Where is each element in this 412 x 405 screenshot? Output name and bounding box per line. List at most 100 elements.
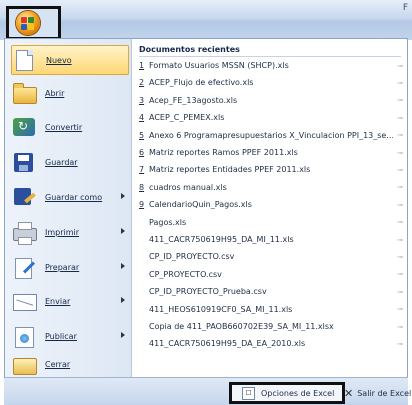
recent-document-name: Matriz reportes Entidades PPEF 2011.xls <box>149 165 311 175</box>
command-label: Preparar <box>45 262 80 272</box>
pin-icon[interactable]: ⊸ <box>393 114 403 122</box>
prepare-command[interactable]: Preparar <box>11 252 129 282</box>
office-menu: Nuevo Abrir Convertir Guardar Guardar co… <box>4 38 408 378</box>
submenu-arrow-icon <box>121 193 125 199</box>
recent-document-number: 4 <box>139 113 145 123</box>
recent-document-name: Copia de 411_PAOB660702E39_SA_MI_11.xlsx <box>149 322 334 331</box>
recent-document-name: ACEP_Flujo de efectivo.xls <box>149 78 254 88</box>
recent-document-item[interactable]: Copia de 411_PAOB660702E39_SA_MI_11.xlsx… <box>139 320 403 333</box>
recent-document-name: Formato Usuarios MSSN (SHCP).xls <box>149 61 289 70</box>
convert-command[interactable]: Convertir <box>11 112 129 142</box>
new-command[interactable]: Nuevo <box>11 45 129 75</box>
close-icon: ✕ <box>344 386 354 400</box>
command-pane: Nuevo Abrir Convertir Guardar Guardar co… <box>5 39 132 377</box>
pin-icon[interactable]: ⊸ <box>393 79 403 87</box>
command-label: Cerrar <box>45 359 71 369</box>
prepare-icon <box>11 255 37 279</box>
recent-document-name: 411_CACR750619H95_DA_EA_2010.xls <box>149 339 306 349</box>
command-label: Convertir <box>45 122 83 132</box>
recent-document-item[interactable]: 1 Formato Usuarios MSSN (SHCP).xls ⊸ <box>139 59 403 72</box>
recent-document-item[interactable]: 7 Matriz reportes Entidades PPEF 2011.xls… <box>139 163 403 176</box>
recent-document-name: CP_ID_PROYECTO_Prueba.csv <box>149 287 267 297</box>
recent-document-number: 7 <box>139 165 145 175</box>
office-logo-icon <box>16 11 40 35</box>
pin-icon[interactable]: ⊸ <box>393 236 403 244</box>
pin-icon[interactable]: ⊸ <box>393 201 403 209</box>
submenu-arrow-icon <box>121 263 125 269</box>
recent-document-name: ACEP_C_PEMEX.xls <box>149 113 225 123</box>
open-folder-icon <box>11 81 37 105</box>
recent-document-number: 1 <box>139 61 145 70</box>
recent-document-item[interactable]: 8 cuadros manual.xls ⊸ <box>139 181 403 194</box>
recent-document-number: 6 <box>139 148 145 157</box>
recent-document-name: Matriz reportes Ramos PPEF 2011.xls <box>149 148 298 157</box>
recent-document-name: Anexo 6 Programapresupuestarios X_Vincul… <box>149 130 393 140</box>
send-command[interactable]: Enviar <box>11 286 129 316</box>
recent-document-item[interactable]: 9 CalendarioQuin_Pagos.xls ⊸ <box>139 198 403 211</box>
command-label: Guardar <box>45 157 78 167</box>
command-label: Publicar <box>45 331 77 341</box>
command-label: Enviar <box>45 296 71 306</box>
command-label: Imprimir <box>45 227 80 237</box>
recent-document-item[interactable]: 6 Matriz reportes Ramos PPEF 2011.xls ⊸ <box>139 146 403 159</box>
recent-document-number: 3 <box>139 95 145 105</box>
pin-icon[interactable]: ⊸ <box>393 270 403 278</box>
pin-icon[interactable]: ⊸ <box>393 288 403 296</box>
close-folder-icon <box>11 352 37 376</box>
recent-document-name: Pagos.xls <box>149 217 187 227</box>
recent-document-item[interactable]: CP_ID_PROYECTO.csv ⊸ <box>139 250 403 263</box>
print-icon <box>11 220 37 245</box>
command-label: Nuevo <box>46 55 72 65</box>
recent-document-name: 411_CACR750619H95_DA_MI_11.xls <box>149 235 294 244</box>
office-button[interactable] <box>6 6 61 40</box>
command-label: Abrir <box>45 88 65 98</box>
submenu-arrow-icon <box>121 297 125 303</box>
recent-document-item[interactable]: CP_ID_PROYECTO_Prueba.csv ⊸ <box>139 285 403 298</box>
pin-icon[interactable]: ⊸ <box>393 166 403 174</box>
recent-document-item[interactable]: 411_HEOS610919CF0_SA_MI_11.xls ⊸ <box>139 303 403 316</box>
recent-document-item[interactable]: 4 ACEP_C_PEMEX.xls ⊸ <box>139 111 403 124</box>
recent-document-name: 411_HEOS610919CF0_SA_MI_11.xls <box>149 304 293 314</box>
exit-excel-button[interactable]: ✕ Salir de Excel <box>344 384 412 402</box>
pin-icon[interactable]: ⊸ <box>393 305 403 313</box>
title-bar: F <box>0 0 412 40</box>
print-command[interactable]: Imprimir <box>11 217 129 247</box>
recent-document-item[interactable]: 411_CACR750619H95_DA_EA_2010.xls ⊸ <box>139 337 403 350</box>
send-icon <box>11 289 37 313</box>
exit-excel-label: Salir de Excel <box>357 388 412 398</box>
recent-document-item[interactable]: CP_PROYECTO.csv ⊸ <box>139 268 403 281</box>
recent-document-item[interactable]: 2 ACEP_Flujo de efectivo.xls ⊸ <box>139 76 403 89</box>
save-as-command[interactable]: Guardar como <box>11 182 129 212</box>
divider <box>139 56 401 57</box>
pin-icon[interactable]: ⊸ <box>393 253 403 261</box>
pin-icon[interactable]: ⊸ <box>393 96 403 104</box>
recent-document-item[interactable]: 5 Anexo 6 Programapresupuestarios X_Vincu… <box>139 129 403 142</box>
command-label: Guardar como <box>45 192 103 202</box>
save-icon <box>11 150 37 174</box>
publish-command[interactable]: Publicar <box>11 321 129 351</box>
pin-icon[interactable]: ⊸ <box>393 218 403 226</box>
pin-icon[interactable]: ⊸ <box>393 149 403 157</box>
save-command[interactable]: Guardar <box>11 147 129 177</box>
recent-document-item[interactable]: 3 Acep_FE_13agosto.xls ⊸ <box>139 94 403 107</box>
recent-document-name: CP_ID_PROYECTO.csv <box>149 252 235 262</box>
pin-icon[interactable]: ⊸ <box>393 131 403 139</box>
window-title: F <box>402 3 408 13</box>
pin-icon[interactable]: ⊸ <box>393 340 403 348</box>
recent-documents-pane: Documentos recientes 1 Formato Usuarios M… <box>132 39 407 377</box>
convert-icon <box>11 115 37 139</box>
recent-document-name: cuadros manual.xls <box>149 182 227 192</box>
pin-icon[interactable]: ⊸ <box>393 323 403 331</box>
open-command[interactable]: Abrir <box>11 78 129 108</box>
recent-document-name: CP_PROYECTO.csv <box>149 269 222 279</box>
excel-options-button[interactable]: ☐ Opciones de Excel <box>229 382 345 404</box>
recent-document-name: Acep_FE_13agosto.xls <box>149 95 238 105</box>
recent-document-name: CalendarioQuin_Pagos.xls <box>149 200 252 210</box>
submenu-arrow-icon <box>121 228 125 234</box>
submenu-arrow-icon <box>121 332 125 338</box>
pin-icon[interactable]: ⊸ <box>393 183 403 191</box>
close-command[interactable]: Cerrar <box>11 353 129 375</box>
recent-document-item[interactable]: Pagos.xls ⊸ <box>139 216 403 229</box>
pin-icon[interactable]: ⊸ <box>393 62 403 70</box>
recent-document-item[interactable]: 411_CACR750619H95_DA_MI_11.xls ⊸ <box>139 233 403 246</box>
